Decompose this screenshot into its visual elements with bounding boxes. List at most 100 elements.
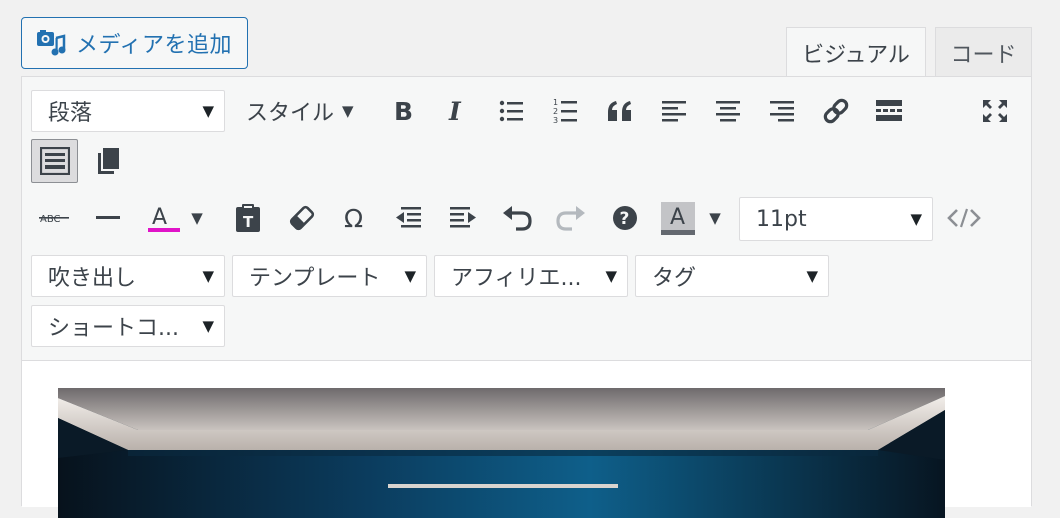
svg-text:B: B (394, 98, 413, 124)
align-right-button[interactable] (759, 90, 805, 132)
indent-button[interactable] (440, 197, 486, 239)
background-color-icon: A (661, 202, 695, 235)
code-icon (947, 208, 981, 228)
bold-button[interactable]: B (380, 90, 426, 132)
read-more-button[interactable] (866, 90, 912, 132)
fukidashi-select[interactable]: 吹き出し ▼ (31, 255, 225, 297)
align-right-icon (770, 101, 794, 122)
template-select-value: テンプレート (249, 266, 381, 291)
fukidashi-select-value: 吹き出し (48, 266, 137, 291)
indent-icon (450, 207, 476, 228)
redo-icon (556, 206, 585, 231)
background-color-dropdown[interactable]: ▼ (702, 197, 728, 239)
chevron-down-icon: ▼ (342, 102, 354, 120)
bullet-list-button[interactable] (489, 90, 535, 132)
affiliate-select-value: アフィリエ... (451, 266, 582, 291)
format-select[interactable]: 段落 ▼ (31, 90, 225, 132)
font-size-select[interactable]: 11pt ▼ (739, 197, 933, 241)
clipboard-icon: T (236, 204, 260, 232)
svg-text:A: A (670, 205, 685, 230)
svg-text:3: 3 (553, 116, 558, 124)
tab-visual[interactable]: ビジュアル (786, 27, 926, 77)
special-character-button[interactable]: Ω (333, 197, 379, 239)
media-icon (37, 30, 66, 56)
tab-code-label: コード (950, 42, 1017, 68)
content-image[interactable] (58, 388, 945, 518)
eraser-icon (289, 205, 315, 231)
text-color-icon: A (148, 205, 180, 232)
svg-text:2: 2 (553, 107, 558, 116)
chevron-down-icon: ▼ (404, 267, 416, 285)
horizontal-rule-icon (96, 216, 120, 219)
quote-icon (608, 101, 631, 121)
background-color-button[interactable]: A (656, 197, 700, 239)
affiliate-select[interactable]: アフィリエ... ▼ (434, 255, 628, 297)
svg-text:1: 1 (553, 98, 558, 107)
numbered-list-icon: 1 2 3 (553, 98, 577, 124)
style-menu-label: スタイル (246, 101, 335, 126)
bold-icon: B (394, 98, 413, 124)
align-center-icon (716, 101, 740, 122)
chevron-down-icon: ▼ (910, 210, 922, 228)
link-icon (823, 98, 849, 124)
text-color-dropdown[interactable]: ▼ (184, 197, 210, 239)
chevron-down-icon: ▼ (806, 267, 818, 285)
tab-visual-label: ビジュアル (802, 42, 910, 68)
chevron-down-icon: ▼ (191, 209, 203, 227)
fullscreen-icon (983, 100, 1007, 122)
insert-link-button[interactable] (813, 90, 859, 132)
outdent-icon (396, 207, 421, 228)
help-button[interactable]: ? (602, 197, 648, 239)
font-size-value: 11pt (756, 206, 807, 232)
keyboard-icon (39, 147, 70, 175)
shortcode-select[interactable]: ショートコ... ▼ (31, 305, 225, 347)
italic-icon: I (448, 98, 462, 124)
read-more-icon (876, 100, 902, 121)
chevron-down-icon: ▼ (202, 102, 214, 120)
svg-text:?: ? (620, 209, 630, 229)
shortcode-select-value: ショートコ... (48, 316, 179, 341)
toolbar-toggle-button[interactable] (31, 139, 78, 183)
clear-formatting-button[interactable] (279, 197, 325, 239)
text-color-button[interactable]: A (140, 197, 184, 239)
bullet-list-icon (499, 100, 523, 122)
editor-content[interactable] (22, 361, 1031, 518)
tag-select[interactable]: タグ ▼ (635, 255, 829, 297)
code-tag-button[interactable] (941, 197, 987, 239)
style-menu-button[interactable]: スタイル ▼ (246, 90, 354, 132)
undo-button[interactable] (494, 197, 540, 239)
svg-text:Ω: Ω (344, 205, 363, 231)
svg-text:A: A (152, 205, 167, 230)
align-left-icon (662, 101, 686, 122)
horizontal-rule-button[interactable] (85, 197, 131, 239)
omega-icon: Ω (344, 205, 363, 231)
add-media-button[interactable]: メディアを追加 (21, 17, 248, 69)
strikethrough-icon: ABC (39, 214, 69, 225)
italic-button[interactable]: I (434, 90, 480, 132)
format-select-value: 段落 (48, 101, 93, 126)
chevron-down-icon: ▼ (709, 209, 721, 227)
editor-toolbar: 段落 ▼ スタイル ▼ B I 1 2 3 ABC A ▼ T Ω ? A ▼ … (22, 77, 1031, 361)
svg-text:I: I (448, 98, 462, 124)
undo-icon (503, 206, 532, 231)
tag-select-value: タグ (652, 266, 697, 291)
help-icon: ? (613, 206, 637, 230)
svg-text:ABC: ABC (40, 214, 61, 225)
chevron-down-icon: ▼ (605, 267, 617, 285)
editor: 段落 ▼ スタイル ▼ B I 1 2 3 ABC A ▼ T Ω ? A ▼ … (21, 76, 1032, 518)
svg-text:T: T (243, 213, 254, 231)
blockquote-button[interactable] (597, 90, 643, 132)
align-center-button[interactable] (705, 90, 751, 132)
chevron-down-icon: ▼ (202, 317, 214, 335)
chevron-down-icon: ▼ (202, 267, 214, 285)
tab-code[interactable]: コード (935, 27, 1032, 77)
strikethrough-button[interactable]: ABC (31, 197, 77, 239)
fullscreen-button[interactable] (972, 90, 1018, 132)
numbered-list-button[interactable]: 1 2 3 (543, 90, 589, 132)
redo-button[interactable] (548, 197, 594, 239)
copy-button[interactable] (85, 140, 131, 182)
outdent-button[interactable] (386, 197, 432, 239)
align-left-button[interactable] (651, 90, 697, 132)
paste-text-button[interactable]: T (225, 197, 271, 239)
template-select[interactable]: テンプレート ▼ (232, 255, 427, 297)
